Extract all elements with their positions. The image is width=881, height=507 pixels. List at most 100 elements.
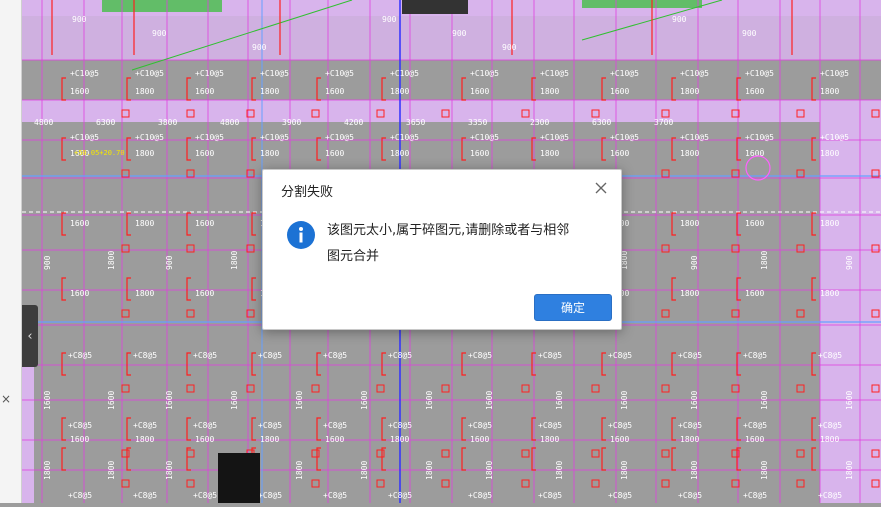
rebar-label: +C10@5 [470,69,499,78]
dim-row-label: 4800 [220,118,239,127]
rebar-label: +C10@5 [390,69,419,78]
dim-label: 1800 [135,435,154,444]
panel-close-icon[interactable]: × [0,392,12,406]
dim-label-vertical: 1600 [760,391,769,410]
info-icon [287,221,315,249]
rebar-label: +C10@5 [195,133,224,142]
dim-label: 1800 [680,289,699,298]
dim-label-vertical: 1600 [165,391,174,410]
dim-label: 1600 [470,149,489,158]
dim-label: 1600 [610,149,629,158]
dim-label: 1800 [390,149,409,158]
rebar-label: +C8@5 [133,421,157,430]
rebar-label: +C8@5 [323,351,347,360]
dim-label: 1800 [680,219,699,228]
rebar-label: +C10@5 [135,69,164,78]
rebar-label: +C10@5 [260,133,289,142]
dim-label-vertical: 1800 [360,461,369,480]
dim-row-label: 4800 [34,118,53,127]
rebar-label: +C8@5 [743,421,767,430]
dim-label: 1800 [260,87,279,96]
yellow-note: +50.05+20.70 [74,149,125,157]
rebar-label: +C8@5 [468,351,492,360]
panel-collapse-handle[interactable]: ‹ [22,305,38,367]
dim-label-vertical: 1600 [360,391,369,410]
dim-label: 900 [452,29,467,38]
dim-label-vertical: 900 [165,255,174,270]
rebar-label: +C8@5 [678,491,702,500]
rebar-label: +C8@5 [678,421,702,430]
dim-row-label: 6300 [592,118,611,127]
dim-label: 900 [502,43,517,52]
rebar-label: +C8@5 [468,491,492,500]
rebar-label: +C8@5 [678,351,702,360]
dim-label: 1600 [745,219,764,228]
dim-label: 1600 [70,219,89,228]
rebar-label: +C10@5 [70,133,99,142]
dialog-message-line2: 图元合并 [327,249,380,264]
rebar-label: +C8@5 [323,491,347,500]
dim-label: 1600 [745,289,764,298]
rebar-label: +C10@5 [680,133,709,142]
dim-label: 1800 [135,87,154,96]
dim-label: 1600 [470,435,489,444]
black-block [218,453,260,503]
rebar-label: +C8@5 [193,351,217,360]
rebar-label: +C8@5 [388,491,412,500]
rebar-label: +C10@5 [680,69,709,78]
dim-label: 1800 [820,149,839,158]
dim-row-label: 3900 [282,118,301,127]
dialog-message-line1: 该图元太小,属于碎图元,请删除或者与相邻 [327,223,570,238]
ok-button[interactable]: 确定 [534,294,612,321]
dim-label-vertical: 1600 [845,391,854,410]
dim-label: 1800 [820,435,839,444]
dim-label-vertical: 1800 [845,461,854,480]
dim-label: 1800 [135,289,154,298]
rebar-label: +C8@5 [608,421,632,430]
dim-label: 1800 [540,149,559,158]
rebar-label: +C8@5 [258,421,282,430]
zone-green-top-2 [582,0,702,8]
dim-label: 1800 [135,149,154,158]
dim-label: 900 [382,15,397,24]
dim-label-vertical: 1600 [425,391,434,410]
rebar-label: +C8@5 [538,351,562,360]
rebar-label: +C10@5 [390,133,419,142]
dim-row-label: 6300 [96,118,115,127]
dialog-message: 该图元太小,属于碎图元,请删除或者与相邻 图元合并 [327,218,597,270]
dim-label: 900 [742,29,757,38]
dim-label-vertical: 1600 [295,391,304,410]
rebar-label: +C10@5 [745,133,774,142]
rebar-label: +C8@5 [388,351,412,360]
rebar-label: +C8@5 [68,421,92,430]
split-failed-dialog: 分割失败 该图元太小,属于碎图元,请删除或者与相邻 图元合并 确定 [262,169,622,330]
dim-label: 1600 [470,87,489,96]
dim-label-vertical: 1800 [620,461,629,480]
dim-label: 1600 [745,435,764,444]
dim-label-vertical: 1800 [760,251,769,270]
dialog-title: 分割失败 [281,185,334,200]
dim-label: 1600 [325,435,344,444]
rebar-label: +C10@5 [135,133,164,142]
dim-row-label: 4200 [344,118,363,127]
rebar-label: +C10@5 [820,133,849,142]
dim-label: 1600 [745,87,764,96]
dim-label: 1800 [820,289,839,298]
dim-label-vertical: 1800 [107,461,116,480]
dim-label: 1800 [260,435,279,444]
dim-label-vertical: 1800 [230,251,239,270]
rebar-label: +C10@5 [70,69,99,78]
rebar-label: +C10@5 [470,133,499,142]
rebar-label: +C10@5 [820,69,849,78]
rebar-label: +C8@5 [258,351,282,360]
rebar-label: +C8@5 [323,421,347,430]
dim-label: 1800 [135,219,154,228]
dim-label-vertical: 1800 [425,461,434,480]
dim-label-vertical: 1800 [165,461,174,480]
rebar-label: +C10@5 [260,69,289,78]
dim-label-vertical: 1600 [690,391,699,410]
dim-label: 1600 [195,149,214,158]
close-icon[interactable] [593,180,609,196]
dim-label-vertical: 1600 [43,391,52,410]
dim-label: 1600 [195,87,214,96]
